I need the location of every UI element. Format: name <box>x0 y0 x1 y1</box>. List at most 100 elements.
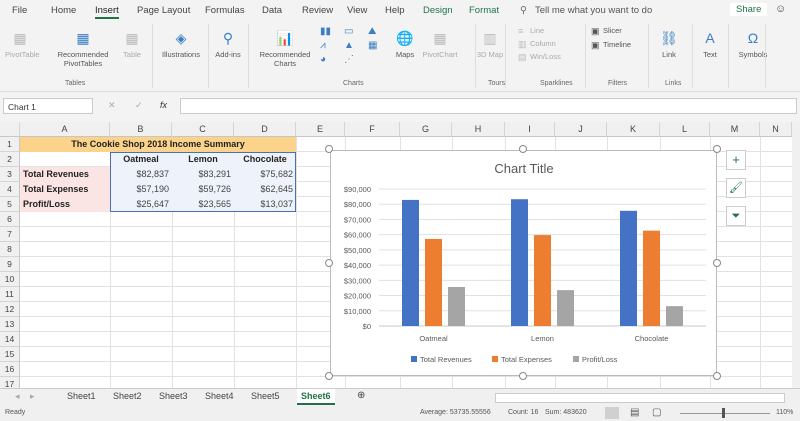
ribbon-win-loss-button[interactable]: Win/Loss <box>530 52 570 61</box>
row-header-2[interactable]: 2 <box>0 152 20 167</box>
ribbon-line-button[interactable]: Line <box>530 26 570 35</box>
row-label[interactable]: Profit/Loss <box>20 197 110 212</box>
ribbon-add-ins-button[interactable]: Add-ins <box>213 50 243 59</box>
row-header-1[interactable]: 1 <box>0 137 20 152</box>
column-header-L[interactable]: L <box>660 122 710 137</box>
row-header-9[interactable]: 9 <box>0 257 20 272</box>
ribbon-column-button[interactable]: Column <box>530 39 570 48</box>
ribbon-pivottable-button[interactable]: PivotTable <box>5 50 40 59</box>
resize-handle[interactable] <box>325 145 333 153</box>
resize-handle[interactable] <box>519 145 527 153</box>
sheet-tab-sheet2[interactable]: Sheet2 <box>113 391 142 401</box>
column-header-D[interactable]: D <box>234 122 296 137</box>
tab-view[interactable]: View <box>347 5 367 16</box>
share-button[interactable]: Share <box>730 3 768 16</box>
chart-type-icon[interactable]: ⩘ <box>320 40 326 51</box>
chart-type-icon[interactable]: ▮▮ <box>320 26 331 37</box>
column-header-F[interactable]: F <box>345 122 400 137</box>
row-header-13[interactable]: 13 <box>0 317 20 332</box>
bar-total-revenues[interactable] <box>511 199 528 326</box>
bar-total-revenues[interactable] <box>402 199 419 326</box>
row-header-5[interactable]: 5 <box>0 197 20 212</box>
zoom-slider-thumb[interactable] <box>722 408 725 418</box>
bar-total-expenses[interactable] <box>643 230 660 326</box>
tab-insert[interactable]: Insert <box>95 5 119 19</box>
ribbon-link-button[interactable]: Link <box>655 50 683 59</box>
ribbon-symbols-button[interactable]: Symbols <box>733 50 773 59</box>
sheet-tab-sheet1[interactable]: Sheet1 <box>67 391 96 401</box>
resize-handle[interactable] <box>325 372 333 380</box>
ribbon-recommended-charts-button[interactable]: Recommended Charts <box>255 50 315 68</box>
tab-formulas[interactable]: Formulas <box>205 5 245 16</box>
column-header-I[interactable]: I <box>505 122 555 137</box>
column-header-K[interactable]: K <box>607 122 660 137</box>
normal-view-button[interactable] <box>605 407 619 419</box>
chart-filters-button[interactable]: ⏷ <box>726 206 746 226</box>
bar-profit-loss[interactable] <box>448 286 465 326</box>
ribbon-3d-map-button[interactable]: 3D Map <box>475 50 505 59</box>
tab-page-layout[interactable]: Page Layout <box>137 5 190 16</box>
scroll-right-icon[interactable]: ▸ <box>30 391 35 402</box>
chart-type-icon[interactable]: ▭ <box>344 26 353 37</box>
sheet-tab-sheet4[interactable]: Sheet4 <box>205 391 234 401</box>
column-header-N[interactable]: N <box>760 122 792 137</box>
resize-handle[interactable] <box>519 372 527 380</box>
ribbon-maps-button[interactable]: Maps <box>390 50 420 59</box>
row-header-8[interactable]: 8 <box>0 242 20 257</box>
sheet-tab-sheet5[interactable]: Sheet5 <box>251 391 280 401</box>
row-header-11[interactable]: 11 <box>0 287 20 302</box>
resize-handle[interactable] <box>713 145 721 153</box>
tab-home[interactable]: Home <box>51 5 76 16</box>
column-header-H[interactable]: H <box>452 122 505 137</box>
sheet-tab-sheet6[interactable]: Sheet6 <box>297 389 335 405</box>
tab-format[interactable]: Format <box>469 5 499 16</box>
sheet-tab-sheet3[interactable]: Sheet3 <box>159 391 188 401</box>
horizontal-scrollbar[interactable] <box>495 393 785 403</box>
ribbon-text-button[interactable]: Text <box>696 50 724 59</box>
row-header-6[interactable]: 6 <box>0 212 20 227</box>
zoom-slider[interactable] <box>680 413 770 414</box>
bar-profit-loss[interactable] <box>557 290 574 326</box>
row-header-15[interactable]: 15 <box>0 347 20 362</box>
resize-handle[interactable] <box>325 259 333 267</box>
smiley-icon[interactable]: ☺ <box>775 3 786 15</box>
tab-design[interactable]: Design <box>423 5 453 16</box>
vertical-scrollbar[interactable] <box>792 122 800 388</box>
page-break-button[interactable]: ▢ <box>652 407 661 418</box>
row-header-10[interactable]: 10 <box>0 272 20 287</box>
bar-profit-loss[interactable] <box>666 306 683 326</box>
ribbon-illustrations-button[interactable]: Illustrations <box>155 50 207 59</box>
column-header-E[interactable]: E <box>296 122 345 137</box>
ribbon-table-button[interactable]: Table <box>117 50 147 59</box>
ribbon-timeline-button[interactable]: Timeline <box>603 40 647 49</box>
column-header-J[interactable]: J <box>555 122 607 137</box>
name-box[interactable]: Chart 1 <box>3 98 93 114</box>
chart[interactable]: Chart Title $0 $10,000 $20,000 $30,000 $40,00… <box>325 145 721 380</box>
ribbon-pivotchart-button[interactable]: PivotChart <box>420 50 460 59</box>
bar-total-expenses[interactable] <box>425 238 442 326</box>
column-header-B[interactable]: B <box>110 122 172 137</box>
row-header-7[interactable]: 7 <box>0 227 20 242</box>
row-label[interactable]: Total Revenues <box>20 167 110 182</box>
tab-review[interactable]: Review <box>302 5 333 16</box>
enter-icon[interactable]: ✓ <box>135 100 143 111</box>
legend-entry[interactable]: Profit/Loss <box>582 355 618 364</box>
column-header-A[interactable]: A <box>20 122 110 137</box>
page-layout-button[interactable]: ▤ <box>630 407 639 418</box>
bar-total-revenues[interactable] <box>620 210 637 326</box>
add-sheet-button[interactable]: ⊕ <box>357 390 365 401</box>
row-label[interactable]: Total Expenses <box>20 182 110 197</box>
formula-input[interactable] <box>180 98 797 114</box>
tab-help[interactable]: Help <box>385 5 405 16</box>
tab-file[interactable]: File <box>12 5 27 16</box>
scroll-left-icon[interactable]: ◂ <box>15 391 20 402</box>
resize-handle[interactable] <box>713 259 721 267</box>
bar-total-expenses[interactable] <box>534 235 551 326</box>
column-header-G[interactable]: G <box>400 122 452 137</box>
chart-styles-button[interactable]: 🖌 <box>726 178 746 198</box>
ribbon-slicer-button[interactable]: Slicer <box>603 26 643 35</box>
chart-title[interactable]: Chart Title <box>494 161 553 176</box>
chart-type-icon[interactable]: ▦ <box>368 40 377 51</box>
column-header-M[interactable]: M <box>710 122 760 137</box>
chart-type-icon[interactable]: ⋰ <box>344 54 354 65</box>
